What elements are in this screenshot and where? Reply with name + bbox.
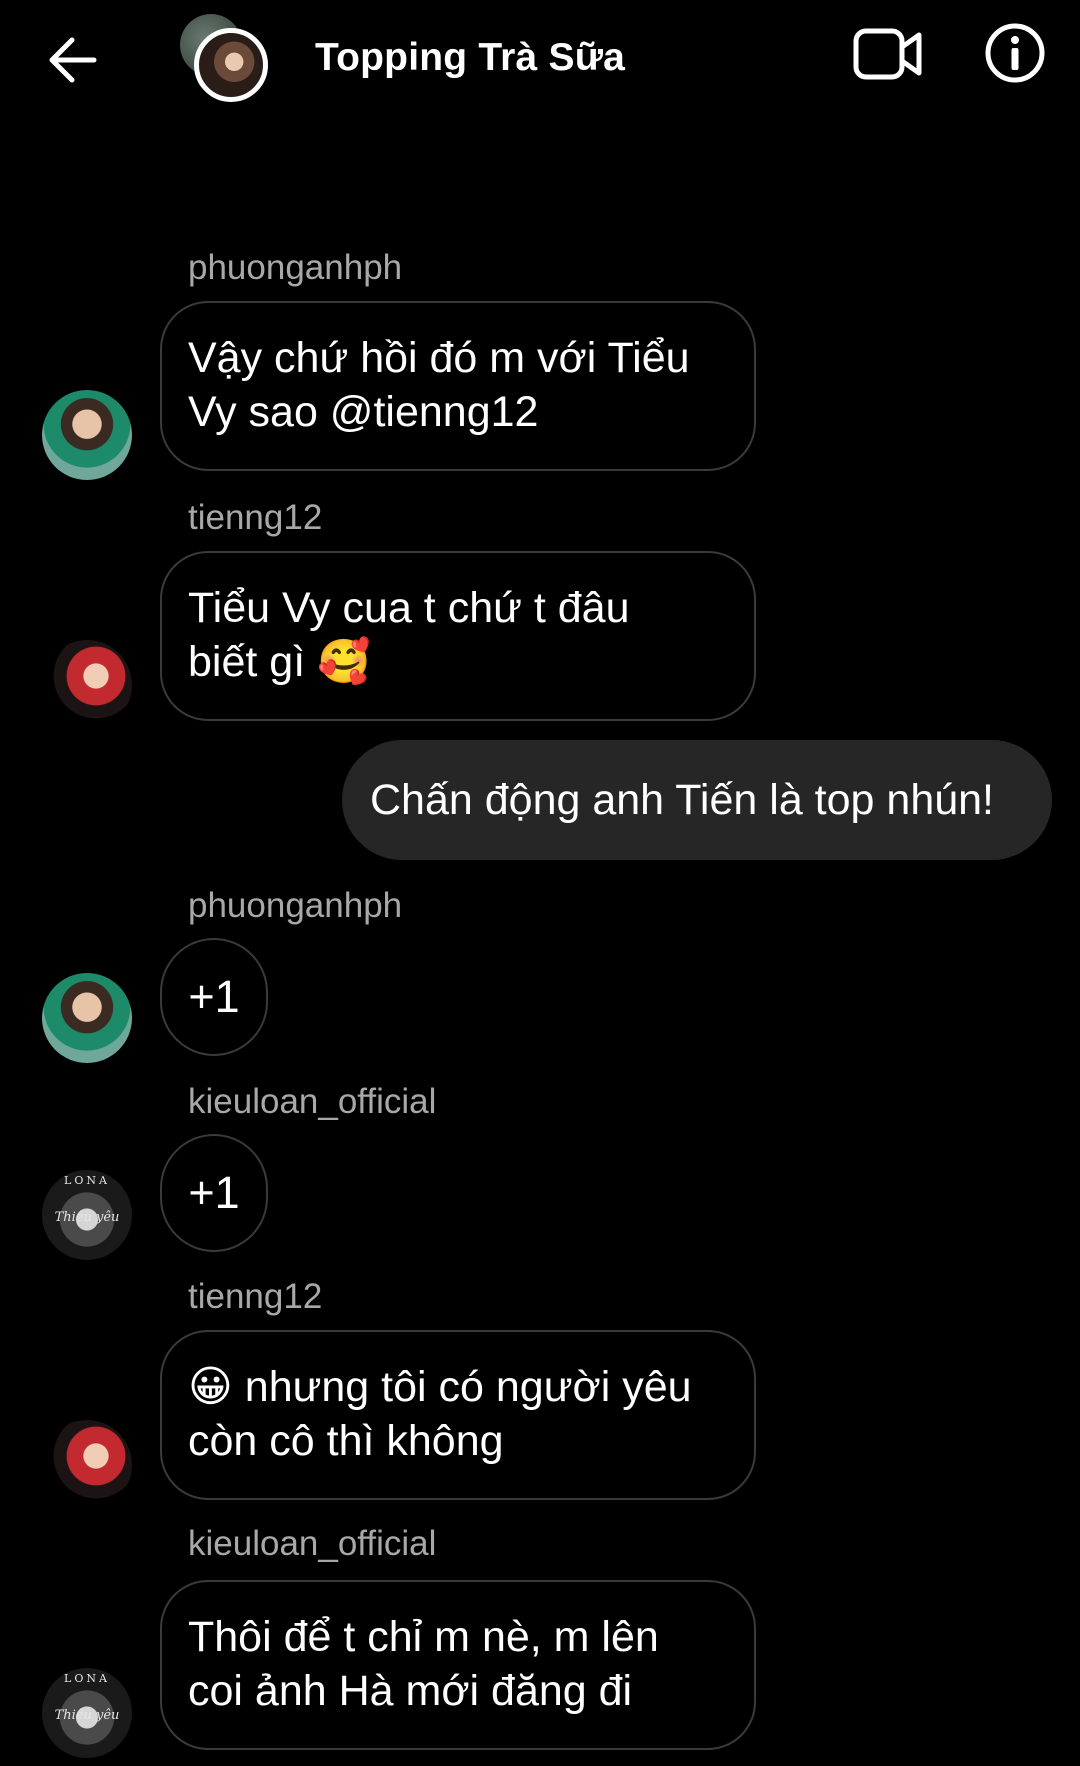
- sender-name: kieuloan_official: [188, 1524, 437, 1563]
- video-camera-icon: [853, 28, 922, 80]
- avatar-tienng12[interactable]: [42, 640, 132, 730]
- sender-name: tienng12: [188, 1277, 323, 1316]
- avatar-kieuloan-official[interactable]: LONA Thiệu yêu: [42, 1170, 132, 1260]
- info-circle-icon: [985, 23, 1045, 83]
- avatar-brand-text: LONA: [64, 1174, 110, 1187]
- chat-title[interactable]: Topping Trà Sữa: [315, 36, 625, 80]
- message-bubble[interactable]: Vậy chứ hồi đó m với Tiểu Vy sao @tienng…: [160, 301, 756, 471]
- sender-name: phuonganhph: [188, 248, 403, 287]
- avatar-tienng12[interactable]: [42, 1420, 132, 1510]
- message-bubble[interactable]: Tiểu Vy cua t chứ t đâu biết gì 🥰: [160, 551, 756, 721]
- sender-name: phuonganhph: [188, 886, 403, 925]
- avatar-kieuloan-official[interactable]: LONA Thiệu yêu: [42, 1668, 132, 1758]
- avatar-script-text: Thiệu yêu: [54, 1210, 120, 1225]
- info-button[interactable]: [982, 20, 1048, 86]
- sender-name: kieuloan_official: [188, 1082, 437, 1121]
- avatar-script-text: Thiệu yêu: [54, 1708, 120, 1723]
- avatar-brand-text: LONA: [64, 1672, 110, 1685]
- chat-header: Topping Trà Sữa: [0, 0, 1080, 140]
- message-bubble[interactable]: Thôi để t chỉ m nè, m lên coi ảnh Hà mới…: [160, 1580, 756, 1750]
- group-avatar[interactable]: [176, 10, 286, 110]
- back-button[interactable]: [38, 26, 106, 94]
- outgoing-message-bubble[interactable]: Chấn động anh Tiến là top nhún!: [342, 740, 1052, 860]
- video-call-button[interactable]: [850, 24, 926, 84]
- avatar-phuonganhph[interactable]: [42, 390, 132, 480]
- arrow-left-icon: [49, 37, 97, 83]
- message-bubble[interactable]: +1: [160, 938, 268, 1056]
- message-bubble[interactable]: +1: [160, 1134, 268, 1252]
- message-bubble[interactable]: 😀 nhưng tôi có người yêu còn cô thì khôn…: [160, 1330, 756, 1500]
- sender-name: tienng12: [188, 498, 323, 537]
- group-avatar-member-2: [194, 28, 268, 102]
- avatar-phuonganhph[interactable]: [42, 973, 132, 1063]
